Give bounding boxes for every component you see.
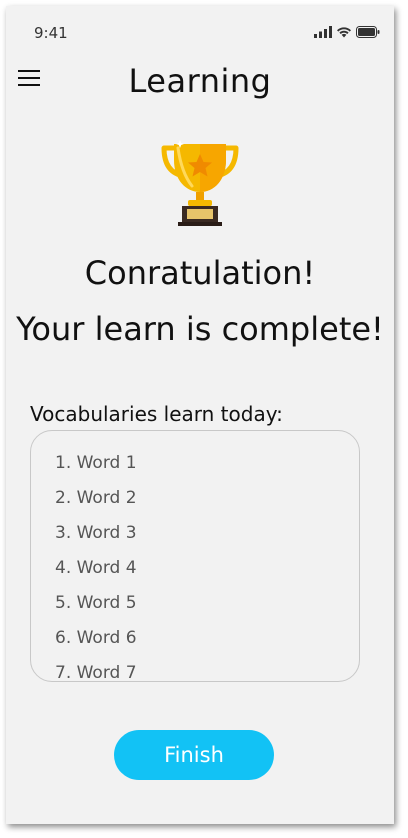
- status-bar: 9:41: [6, 6, 394, 50]
- list-item: 1. Word 1: [55, 452, 137, 473]
- list-item: 5. Word 5: [55, 592, 137, 613]
- list-item: 3. Word 3: [55, 522, 137, 543]
- wifi-icon: [337, 27, 351, 38]
- status-time: 9:41: [34, 24, 68, 42]
- list-item: 6. Word 6: [55, 627, 137, 648]
- vocabulary-list-box[interactable]: 1. Word 1 2. Word 2 3. Word 3 4. Word 4 …: [30, 430, 360, 682]
- page-title: Learning: [128, 62, 272, 100]
- finish-button[interactable]: Finish: [114, 730, 274, 780]
- congrats-subtitle: Your learn is complete!: [16, 310, 384, 348]
- list-item: 2. Word 2: [55, 487, 137, 508]
- trophy-icon: [161, 140, 239, 226]
- battery-icon: [356, 26, 380, 38]
- vocabulary-list: 1. Word 1 2. Word 2 3. Word 3 4. Word 4 …: [31, 431, 359, 682]
- list-item: 4. Word 4: [55, 557, 137, 578]
- status-icons: [314, 26, 380, 38]
- list-item: 7. Word 7: [55, 662, 137, 682]
- signal-icon: [314, 26, 332, 38]
- congrats-title: Conratulation!: [84, 254, 316, 292]
- phone-screen: 9:41 Learning Conratulation! Your learn …: [6, 6, 394, 824]
- vocabulary-label: Vocabularies learn today:: [30, 402, 283, 426]
